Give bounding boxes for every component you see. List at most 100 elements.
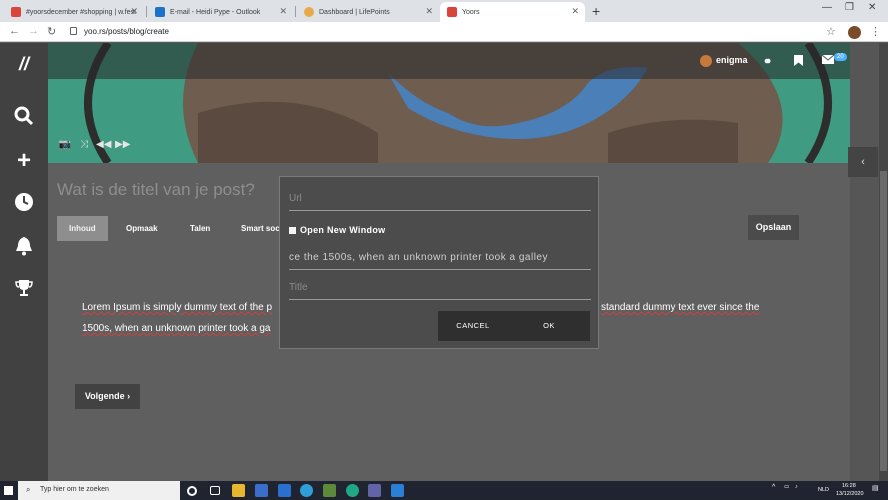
close-tab-icon[interactable]: ✕ <box>130 6 138 17</box>
edge-icon[interactable] <box>300 484 313 497</box>
windows-taskbar: ⌕ Typ hier om te zoeken ^ ▭ ♪ NLD 16:28 … <box>0 481 888 500</box>
tab-opmaak[interactable]: Opmaak <box>126 216 158 241</box>
task-view-icon[interactable] <box>210 486 220 495</box>
open-new-window-label: Open New Window <box>300 225 386 235</box>
mail-app-icon[interactable] <box>278 484 291 497</box>
remote-desktop-icon[interactable] <box>391 484 404 497</box>
close-tab-icon[interactable]: ✕ <box>279 6 287 17</box>
browser-tab-1[interactable]: #yoorsdecember #shopping | w.fest ✕ <box>4 2 144 22</box>
open-new-window-checkbox[interactable] <box>289 226 296 234</box>
scrollbar-thumb[interactable] <box>880 171 887 471</box>
action-center-icon[interactable]: ▤ <box>872 484 879 492</box>
close-window-icon[interactable]: ✕ <box>868 2 876 13</box>
forward-icon[interactable]: → <box>28 25 39 37</box>
search-icon: ⌕ <box>26 485 31 494</box>
ok-button[interactable]: OK <box>514 311 584 341</box>
body-line-1-start: Lorem Ipsum is simply dummy text of the … <box>82 302 273 313</box>
volume-icon[interactable]: ♪ <box>795 484 798 490</box>
clock-time[interactable]: 16:28 <box>842 483 856 489</box>
link-dialog: Url Open New Window ce the 1500s, when a… <box>279 176 599 349</box>
cover-controls: 📷 ⤨ ◀◀ ▶▶ <box>58 138 131 152</box>
browser-tabbar: #yoorsdecember #shopping | w.fest ✕ E-ma… <box>0 0 888 22</box>
fast-forward-icon[interactable]: ▶▶ <box>115 138 130 152</box>
reload-icon[interactable]: ↻ <box>47 25 56 38</box>
shuffle-icon[interactable]: ⤨ <box>77 138 91 152</box>
next-label: Volgende <box>84 391 125 401</box>
username-label[interactable]: enigma <box>716 55 748 65</box>
tray-arrow-icon[interactable]: ^ <box>772 484 775 491</box>
store-icon[interactable] <box>255 484 268 497</box>
binoculars-icon[interactable]: ⚭ <box>763 55 772 68</box>
yoors-favicon-icon <box>11 7 21 17</box>
chevron-left-icon[interactable]: ‹ <box>848 147 878 177</box>
teams-icon[interactable] <box>368 484 381 497</box>
notification-badge: 20 <box>834 53 847 61</box>
tab-divider <box>295 6 296 17</box>
address-bar: ← → ↻ yoo.rs/posts/blog/create ☆ ⋮ <box>0 22 888 42</box>
browser-tab-4[interactable]: Yoors ✕ <box>440 2 585 22</box>
browser-menu-icon[interactable]: ⋮ <box>870 25 881 38</box>
cancel-button[interactable]: CANCEL <box>438 311 508 341</box>
outlook-favicon-icon <box>155 7 165 17</box>
new-tab-button[interactable]: + <box>592 3 600 19</box>
title-placeholder: Title <box>289 282 308 293</box>
back-icon[interactable]: ← <box>9 25 20 37</box>
lifepoints-favicon-icon <box>304 7 314 17</box>
chevron-right-icon: › <box>127 391 131 401</box>
url-input[interactable]: Url <box>289 193 591 211</box>
trophy-icon[interactable] <box>12 279 36 303</box>
tab-title: E-mail - Heidi Pype - Outlook <box>170 8 261 16</box>
windows-start-icon[interactable] <box>4 486 13 495</box>
plus-icon[interactable]: + <box>12 149 36 173</box>
lock-icon[interactable] <box>70 27 77 35</box>
maximize-icon[interactable]: ❐ <box>845 2 854 13</box>
minimize-icon[interactable]: — <box>822 2 832 13</box>
clock-date[interactable]: 13/12/2020 <box>836 491 864 497</box>
body-line-2: 1500s, when an unknown printer took a ga <box>82 323 271 334</box>
bell-icon[interactable] <box>12 236 36 260</box>
tab-talen[interactable]: Talen <box>190 216 210 241</box>
tab-inhoud[interactable]: Inhoud <box>57 216 108 241</box>
tab-smart-social[interactable]: Smart soci <box>241 216 282 241</box>
close-tab-icon[interactable]: ✕ <box>425 6 433 17</box>
cortana-icon[interactable] <box>187 486 197 496</box>
yoors-favicon-icon <box>447 7 457 17</box>
open-new-window-option[interactable]: Open New Window <box>289 225 385 235</box>
search-icon[interactable] <box>12 106 36 130</box>
top-navbar <box>48 43 888 79</box>
taskbar-search[interactable]: ⌕ Typ hier om te zoeken <box>18 481 180 500</box>
post-title-input[interactable]: Wat is de titel van je post? <box>57 180 255 200</box>
profile-avatar[interactable] <box>848 26 861 39</box>
title-input[interactable]: Title <box>289 282 591 300</box>
user-avatar[interactable] <box>700 55 712 67</box>
edge-chromium-icon[interactable] <box>346 484 359 497</box>
bookmark-star-icon[interactable]: ☆ <box>826 25 836 38</box>
mail-icon[interactable] <box>821 54 835 66</box>
link-text-value: ce the 1500s, when an unknown printer to… <box>289 252 548 263</box>
rewind-icon[interactable]: ◀◀ <box>96 138 111 152</box>
url-field[interactable]: yoo.rs/posts/blog/create <box>84 27 169 36</box>
tab-title: #yoorsdecember #shopping | w.fest <box>26 8 136 16</box>
body-line-1-end: standard dummy text ever since the <box>601 302 760 313</box>
network-icon[interactable]: ▭ <box>784 484 789 490</box>
yoors-logo-icon[interactable]: // <box>12 52 36 76</box>
bookmark-icon[interactable] <box>794 55 803 68</box>
tab-title: Dashboard | LifePoints <box>319 8 390 16</box>
language-indicator[interactable]: NLD <box>818 487 829 493</box>
camera-icon[interactable]: 📷 <box>58 138 72 152</box>
taskbar-search-placeholder: Typ hier om te zoeken <box>40 486 109 493</box>
settings-app-icon[interactable] <box>323 484 336 497</box>
browser-tab-3[interactable]: Dashboard | LifePoints ✕ <box>297 2 439 22</box>
link-text-input[interactable]: ce the 1500s, when an unknown printer to… <box>289 252 591 270</box>
file-explorer-icon[interactable] <box>232 484 245 497</box>
next-button[interactable]: Volgende › <box>75 384 140 409</box>
close-tab-icon[interactable]: ✕ <box>571 6 579 17</box>
sidebar: // + <box>0 43 48 481</box>
dialog-buttons: CANCEL OK <box>438 311 590 341</box>
browser-tab-2[interactable]: E-mail - Heidi Pype - Outlook ✕ <box>148 2 293 22</box>
tab-divider <box>146 6 147 17</box>
save-button[interactable]: Opslaan <box>748 215 799 240</box>
clock-icon[interactable] <box>12 192 36 216</box>
url-placeholder: Url <box>289 193 302 204</box>
tab-title: Yoors <box>462 8 480 16</box>
